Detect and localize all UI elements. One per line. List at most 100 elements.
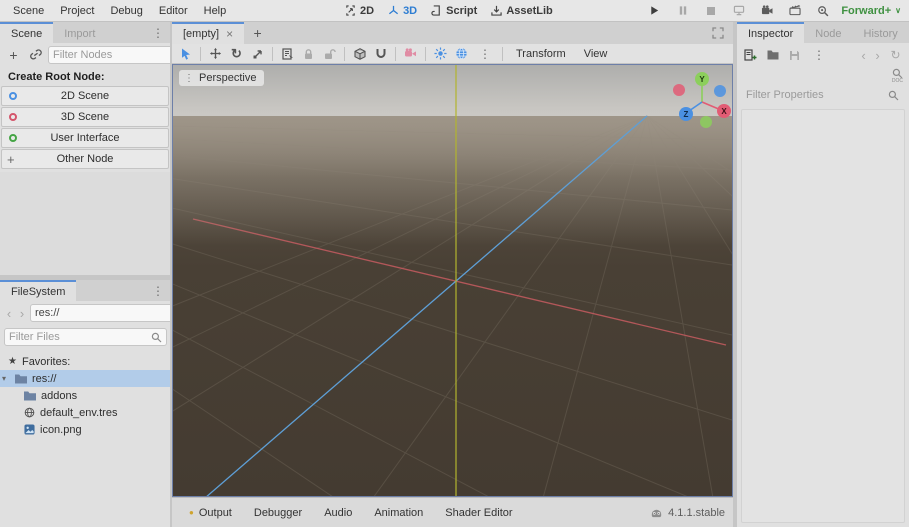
create-other-node-button[interactable]: + Other Node (1, 149, 169, 169)
local-space-icon[interactable] (350, 45, 369, 63)
create-2d-scene-button[interactable]: 2D Scene (1, 86, 169, 106)
resource-options-icon[interactable]: ⋮ (807, 48, 831, 62)
workspace-assetlib[interactable]: AssetLib (491, 5, 552, 17)
audio-tab[interactable]: Audio (315, 504, 361, 522)
debugger-tab[interactable]: Debugger (245, 504, 311, 522)
lock-icon[interactable] (299, 45, 318, 63)
save-resource-icon[interactable] (785, 46, 804, 64)
preview-settings-menu-icon[interactable]: ⋮ (473, 47, 497, 61)
shader-editor-tab[interactable]: Shader Editor (436, 504, 521, 522)
filter-files-search (4, 328, 167, 346)
scene-tab-bar: [empty] × + (172, 22, 733, 44)
3d-icon (388, 5, 399, 16)
select-tool-icon[interactable] (176, 45, 195, 63)
load-resource-icon[interactable] (763, 46, 782, 64)
transform-menu[interactable]: Transform (508, 48, 574, 60)
environment-resource-icon (24, 407, 35, 418)
scene-dock: Scene Import ⋮ + ⋮ Create Root Node: 2D … (0, 22, 170, 275)
tab-history[interactable]: History (853, 22, 909, 43)
remote-debug-icon[interactable] (729, 2, 748, 20)
tree-row-icon-png[interactable]: icon.png (0, 421, 170, 438)
favorites-row[interactable]: ★ Favorites: (0, 353, 170, 370)
tab-import[interactable]: Import (53, 22, 106, 43)
instance-scene-icon[interactable] (26, 46, 45, 64)
right-dock-column: Inspector Node History ⋮ ⋮ ‹ › ↻ DOC (737, 22, 909, 527)
view-menu[interactable]: View (576, 48, 616, 60)
renderer-dropdown[interactable]: Forward+ ∨ (841, 5, 901, 17)
menu-project[interactable]: Project (53, 3, 101, 19)
preview-sun-icon[interactable] (431, 45, 450, 63)
play-custom-scene-button[interactable] (785, 2, 804, 20)
list-select-tool-icon[interactable] (278, 45, 297, 63)
folder-icon (24, 391, 36, 401)
3d-viewport[interactable]: Y X Z ⋮ Perspective (172, 64, 733, 497)
tab-inspector[interactable]: Inspector (737, 22, 804, 43)
gizmo-neg-z-ball[interactable] (714, 85, 726, 97)
workspace-2d[interactable]: 2D (345, 5, 374, 17)
tab-node[interactable]: Node (804, 22, 852, 43)
pause-button[interactable] (673, 2, 692, 20)
workspace-script[interactable]: Script (431, 5, 477, 17)
menu-editor[interactable]: Editor (152, 3, 195, 19)
control-icon (9, 134, 17, 142)
create-user-interface-button[interactable]: User Interface (1, 128, 169, 148)
chevron-down-icon: ∨ (895, 6, 901, 15)
filesystem-filter-row (0, 325, 170, 349)
caret-down-icon[interactable]: ▾ (2, 374, 10, 383)
scene-tab-empty[interactable]: [empty] × (172, 22, 244, 44)
history-forward-icon[interactable]: › (17, 304, 27, 322)
node3d-icon (9, 113, 17, 121)
move-tool-icon[interactable] (206, 45, 225, 63)
tree-row-default-env[interactable]: default_env.tres (0, 404, 170, 421)
perspective-button[interactable]: ⋮ Perspective (179, 70, 264, 86)
output-tab[interactable]: ● Output (180, 504, 241, 522)
version-badge[interactable]: 4.1.1.stable (650, 507, 725, 519)
stop-button[interactable] (701, 2, 720, 20)
history-back-icon[interactable]: ‹ (4, 304, 14, 322)
open-documentation-icon[interactable]: DOC (892, 68, 903, 83)
path-input[interactable] (35, 307, 170, 319)
new-scene-tab-button[interactable]: + (248, 24, 267, 42)
scene-tree-empty-area[interactable] (0, 172, 170, 275)
object-history-icon[interactable]: ↻ (886, 46, 905, 64)
create-root-node-title: Create Root Node: (0, 67, 170, 86)
unlock-icon[interactable] (320, 45, 339, 63)
create-3d-scene-button[interactable]: 3D Scene (1, 107, 169, 127)
new-resource-icon[interactable] (741, 46, 760, 64)
gizmo-y-label: Y (699, 75, 705, 84)
menu-help[interactable]: Help (197, 3, 234, 19)
menu-scene[interactable]: Scene (6, 3, 51, 19)
add-node-button[interactable]: + (4, 46, 23, 64)
gizmo-neg-x-ball[interactable] (673, 84, 685, 96)
inspector-back-icon[interactable]: ‹ (858, 46, 869, 64)
scene-dock-menu-icon[interactable]: ⋮ (146, 22, 170, 43)
filter-nodes-search (48, 46, 170, 64)
snap-toggle-icon[interactable] (371, 45, 390, 63)
preview-environment-icon[interactable] (452, 45, 471, 63)
animation-tab[interactable]: Animation (365, 504, 432, 522)
play-scene-button[interactable] (757, 2, 776, 20)
filesystem-dock-menu-icon[interactable]: ⋮ (146, 280, 170, 301)
filter-files-input[interactable] (9, 331, 151, 343)
tree-row-res[interactable]: ▾ res:// (0, 370, 170, 387)
inspector-dock-tabs: Inspector Node History ⋮ (737, 22, 909, 43)
filter-nodes-input[interactable] (53, 49, 170, 61)
filter-properties-input[interactable] (746, 89, 888, 101)
workspace-3d[interactable]: 3D (388, 5, 417, 17)
movie-maker-icon[interactable] (813, 2, 832, 20)
menu-debug[interactable]: Debug (103, 3, 149, 19)
camera-preview-icon[interactable] (401, 45, 420, 63)
gizmo-neg-y-ball[interactable] (700, 116, 712, 128)
close-tab-icon[interactable]: × (226, 27, 233, 41)
tab-scene[interactable]: Scene (0, 22, 53, 43)
play-button[interactable] (645, 2, 664, 20)
output-indicator-dot: ● (189, 508, 194, 517)
tab-filesystem[interactable]: FileSystem (0, 280, 76, 301)
rotate-tool-icon[interactable]: ↻ (227, 45, 246, 63)
filesystem-dock-tabs: FileSystem ⋮ (0, 280, 170, 301)
inspector-toolbar: ⋮ ‹ › ↻ (737, 43, 909, 67)
expand-viewport-icon[interactable] (708, 24, 727, 42)
scale-tool-icon[interactable] (248, 45, 267, 63)
inspector-forward-icon[interactable]: › (872, 46, 883, 64)
tree-row-addons[interactable]: addons (0, 387, 170, 404)
